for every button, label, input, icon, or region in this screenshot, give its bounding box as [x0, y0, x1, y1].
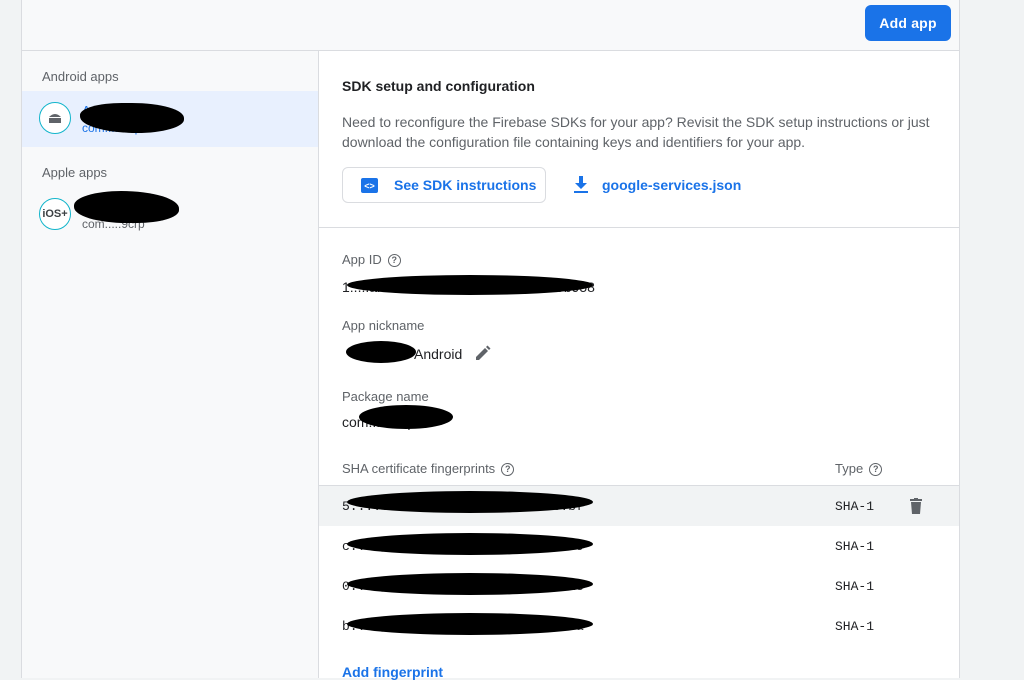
redaction-mark	[74, 191, 179, 223]
help-icon[interactable]: ?	[387, 254, 401, 268]
app-list-sidebar: Android apps Android com....9crp Apple a…	[22, 51, 319, 678]
app-id-label: App ID?	[342, 252, 401, 268]
sha-label-text: SHA certificate fingerprints	[342, 461, 496, 476]
sdk-section-title: SDK setup and configuration	[342, 78, 535, 94]
redaction-mark	[347, 533, 593, 555]
nickname-value: Android	[414, 346, 463, 362]
sdk-description: Need to reconfigure the Firebase SDKs fo…	[342, 114, 930, 150]
download-icon	[574, 176, 588, 193]
add-app-button[interactable]: Add app	[865, 5, 951, 41]
section-divider	[319, 227, 959, 228]
see-sdk-instructions-button[interactable]: <> See SDK instructions	[342, 167, 546, 203]
download-link-label: google-services.json	[602, 177, 742, 193]
redaction-mark	[347, 275, 593, 295]
fingerprint-type: SHA-1	[835, 499, 875, 514]
project-settings-panel: Add app Android apps Android com....9crp…	[21, 0, 960, 680]
nickname-label: App nickname	[342, 318, 425, 333]
type-column-label: Type?	[835, 461, 883, 477]
redaction-mark	[359, 405, 453, 429]
sha-fingerprints-label: SHA certificate fingerprints?	[342, 461, 515, 477]
code-icon: <>	[361, 178, 378, 193]
app-id-label-text: App ID	[342, 252, 382, 267]
fingerprint-type: SHA-1	[835, 539, 875, 554]
apple-apps-label: Apple apps	[42, 165, 108, 180]
app-details: SDK setup and configuration Need to reco…	[319, 51, 959, 680]
redaction-mark	[347, 491, 593, 513]
redaction-mark	[346, 341, 416, 363]
package-name-label: Package name	[342, 389, 429, 404]
sdk-button-label: See SDK instructions	[394, 177, 537, 193]
redaction-mark	[347, 573, 593, 595]
help-icon[interactable]: ?	[501, 463, 515, 477]
redaction-mark	[347, 613, 593, 635]
help-icon[interactable]: ?	[869, 463, 883, 477]
apps-toolbar: Add app	[22, 0, 959, 51]
delete-icon[interactable]	[909, 498, 923, 514]
ios-icon: iOS+	[39, 198, 71, 230]
fingerprint-type: SHA-1	[835, 579, 875, 594]
android-apps-label: Android apps	[42, 69, 119, 84]
fingerprint-type: SHA-1	[835, 619, 875, 634]
app-item-ios[interactable]: iOS+ com.....9crp	[22, 187, 318, 243]
type-label-text: Type	[835, 461, 864, 476]
android-icon	[39, 102, 71, 134]
app-item-android[interactable]: Android com....9crp	[22, 91, 318, 147]
edit-icon[interactable]	[474, 344, 492, 362]
